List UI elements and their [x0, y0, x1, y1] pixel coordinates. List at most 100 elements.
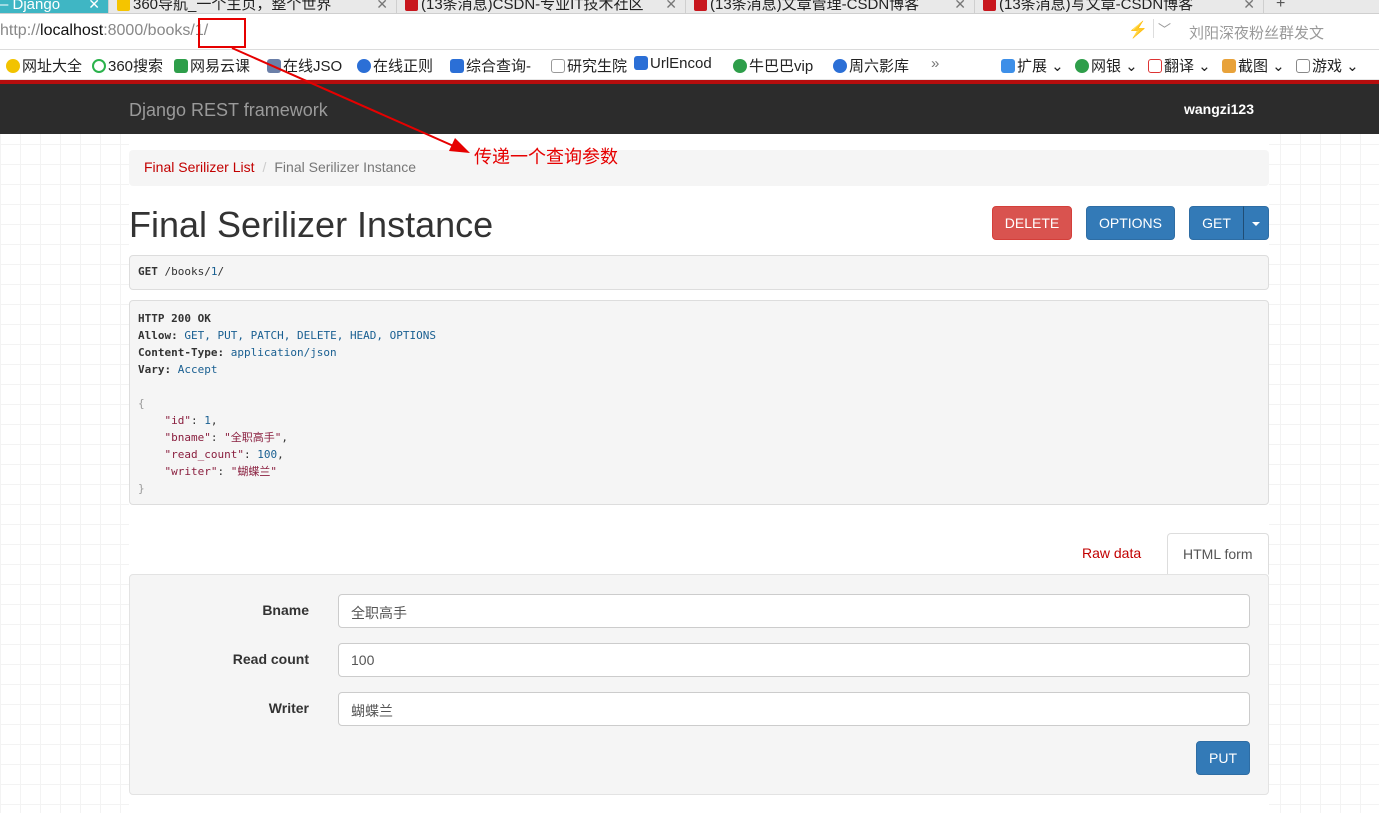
extensions-menu[interactable]: 扩展 ⌄: [1001, 55, 1064, 76]
json-value: "蝴蝶兰": [230, 465, 277, 478]
response-status: HTTP 200 OK: [138, 312, 211, 325]
book-icon: [174, 59, 188, 73]
bookmark-item[interactable]: 牛巴巴vip: [733, 55, 813, 76]
games-menu[interactable]: 游戏 ⌄: [1296, 55, 1359, 76]
bookmark-label: 在线正则: [373, 58, 434, 75]
tab-html-form[interactable]: HTML form: [1167, 533, 1269, 575]
response-header-value: Accept: [177, 363, 218, 376]
annotation-highlight-box: [198, 18, 246, 48]
csdn-favicon-icon: [983, 0, 996, 11]
netbank-menu[interactable]: 网银 ⌄: [1075, 55, 1138, 76]
delete-button[interactable]: DELETE: [992, 206, 1072, 240]
page-viewport: Django REST framework wangzi123 Final Se…: [0, 84, 1379, 813]
translate-menu[interactable]: 翻译 ⌄: [1148, 55, 1211, 76]
globe-icon: [6, 59, 20, 73]
tab-raw-data[interactable]: Raw data: [1082, 545, 1141, 561]
url-text[interactable]: http://localhost:8000/books/1/: [0, 22, 208, 40]
brand-link[interactable]: Django REST framework: [129, 100, 328, 121]
page-icon: [551, 59, 565, 73]
screenshot-menu[interactable]: 截图 ⌄: [1222, 55, 1285, 76]
json-close-brace: }: [138, 482, 145, 495]
read-count-input[interactable]: 100: [338, 643, 1250, 677]
content-tabs: Raw data HTML form: [129, 533, 1269, 575]
close-icon[interactable]: ✕: [1243, 0, 1255, 13]
bookmark-item[interactable]: 研究生院: [551, 55, 627, 76]
caret-down-icon: [1252, 222, 1260, 227]
document-icon: [450, 59, 464, 73]
bookmark-label: 网易云课: [190, 58, 251, 75]
close-icon[interactable]: ✕: [88, 0, 100, 13]
breadcrumb: Final Serilizer List / Final Serilizer Ins…: [129, 150, 1269, 186]
bname-input[interactable]: 全职高手: [338, 594, 1250, 628]
put-button[interactable]: PUT: [1196, 741, 1250, 775]
csdn-favicon-icon: [694, 0, 707, 11]
breadcrumb-current: Final Serilizer Instance: [274, 159, 416, 175]
breadcrumb-separator: /: [262, 159, 267, 175]
bookmark-item[interactable]: UrlEncod: [634, 55, 712, 72]
search-icon: [92, 59, 106, 73]
menu-label: 截图 ⌄: [1238, 58, 1285, 75]
bookmark-label: UrlEncod: [650, 55, 712, 72]
response-info: HTTP 200 OK Allow: GET, PUT, PATCH, DELE…: [129, 300, 1269, 505]
menu-label: 网银 ⌄: [1091, 58, 1138, 75]
writer-label: Writer: [268, 700, 309, 716]
close-icon[interactable]: ✕: [954, 0, 966, 13]
get-format-dropdown[interactable]: [1243, 206, 1269, 240]
globe-icon: [833, 59, 847, 73]
tab-title: (13条消息)写文章-CSDN博客: [999, 0, 1194, 13]
bookmark-item[interactable]: 网易云课: [174, 55, 250, 76]
browser-tab-csdn-write[interactable]: (13条消息)写文章-CSDN博客 ✕: [975, 0, 1264, 13]
close-icon[interactable]: ✕: [376, 0, 388, 13]
bookmark-label: 牛巴巴vip: [749, 58, 814, 75]
user-menu[interactable]: wangzi123: [1184, 101, 1254, 117]
page-title: Final Serilizer Instance: [129, 204, 494, 245]
search-hint[interactable]: 刘阳深夜粉丝群发文: [1189, 22, 1324, 43]
get-button[interactable]: GET: [1189, 206, 1244, 240]
bookmark-item[interactable]: 周六影库: [833, 55, 909, 76]
navbar: Django REST framework wangzi123: [0, 84, 1379, 134]
browser-tab-csdn-manage[interactable]: (13条消息)文章管理-CSDN博客 ✕: [686, 0, 975, 13]
chevron-down-icon[interactable]: ﹀: [1153, 19, 1171, 38]
bookmark-item[interactable]: 360搜索: [92, 55, 163, 76]
more-bookmarks-button[interactable]: »: [931, 55, 939, 72]
translate-icon: [1148, 59, 1162, 73]
bookmark-label: 研究生院: [567, 58, 628, 75]
writer-input[interactable]: 蝴蝶兰: [338, 692, 1250, 726]
csdn-favicon-icon: [405, 0, 418, 11]
lightning-icon[interactable]: ⚡: [1128, 20, 1148, 40]
bookmark-label: 360搜索: [108, 58, 164, 75]
response-header-name: Vary:: [138, 363, 172, 376]
tab-title: 360导航_一个主页，整个世界: [133, 0, 332, 13]
options-button[interactable]: OPTIONS: [1086, 206, 1175, 240]
document-icon: [634, 56, 648, 70]
close-icon[interactable]: ✕: [665, 0, 677, 13]
response-header-value: GET, PUT, PATCH, DELETE, HEAD, OPTIONS: [184, 329, 437, 342]
new-tab-button[interactable]: +: [1276, 0, 1285, 13]
request-path: /books/: [164, 265, 211, 278]
bookmark-item[interactable]: 综合查询-: [450, 55, 531, 76]
bookmark-label: 在线JSO: [283, 58, 343, 75]
bookmark-item[interactable]: 在线JSO: [267, 55, 342, 76]
json-key: "read_count": [164, 448, 244, 461]
content-container: Final Serilizer List / Final Serilizer Ins…: [129, 134, 1269, 813]
bookmark-label: 网址大全: [22, 58, 83, 75]
bookmark-label: 周六影库: [849, 58, 910, 75]
browser-tab-csdn[interactable]: (13条消息)CSDN-专业IT技术社区 ✕: [397, 0, 686, 13]
breadcrumb-link-list[interactable]: Final Serilizer List: [144, 159, 254, 175]
json-open-brace: {: [138, 397, 145, 410]
bookmark-item[interactable]: 在线正则: [357, 55, 433, 76]
menu-label: 游戏 ⌄: [1312, 58, 1359, 75]
browser-tab-django[interactable]: – Django ✕: [0, 0, 109, 13]
request-method: GET: [138, 265, 158, 278]
url-path: :8000/books/1/: [103, 22, 209, 39]
scissors-icon: [1222, 59, 1236, 73]
browser-tab-360[interactable]: 360导航_一个主页，整个世界 ✕: [109, 0, 397, 13]
360-favicon-icon: [117, 0, 130, 11]
bookmark-item[interactable]: 网址大全: [6, 55, 82, 76]
play-icon: [733, 59, 747, 73]
shield-icon: [1075, 59, 1089, 73]
tab-title: – Django: [0, 0, 61, 13]
bname-label: Bname: [262, 602, 309, 618]
gamepad-icon: [1296, 59, 1310, 73]
json-value: 100: [257, 448, 278, 461]
